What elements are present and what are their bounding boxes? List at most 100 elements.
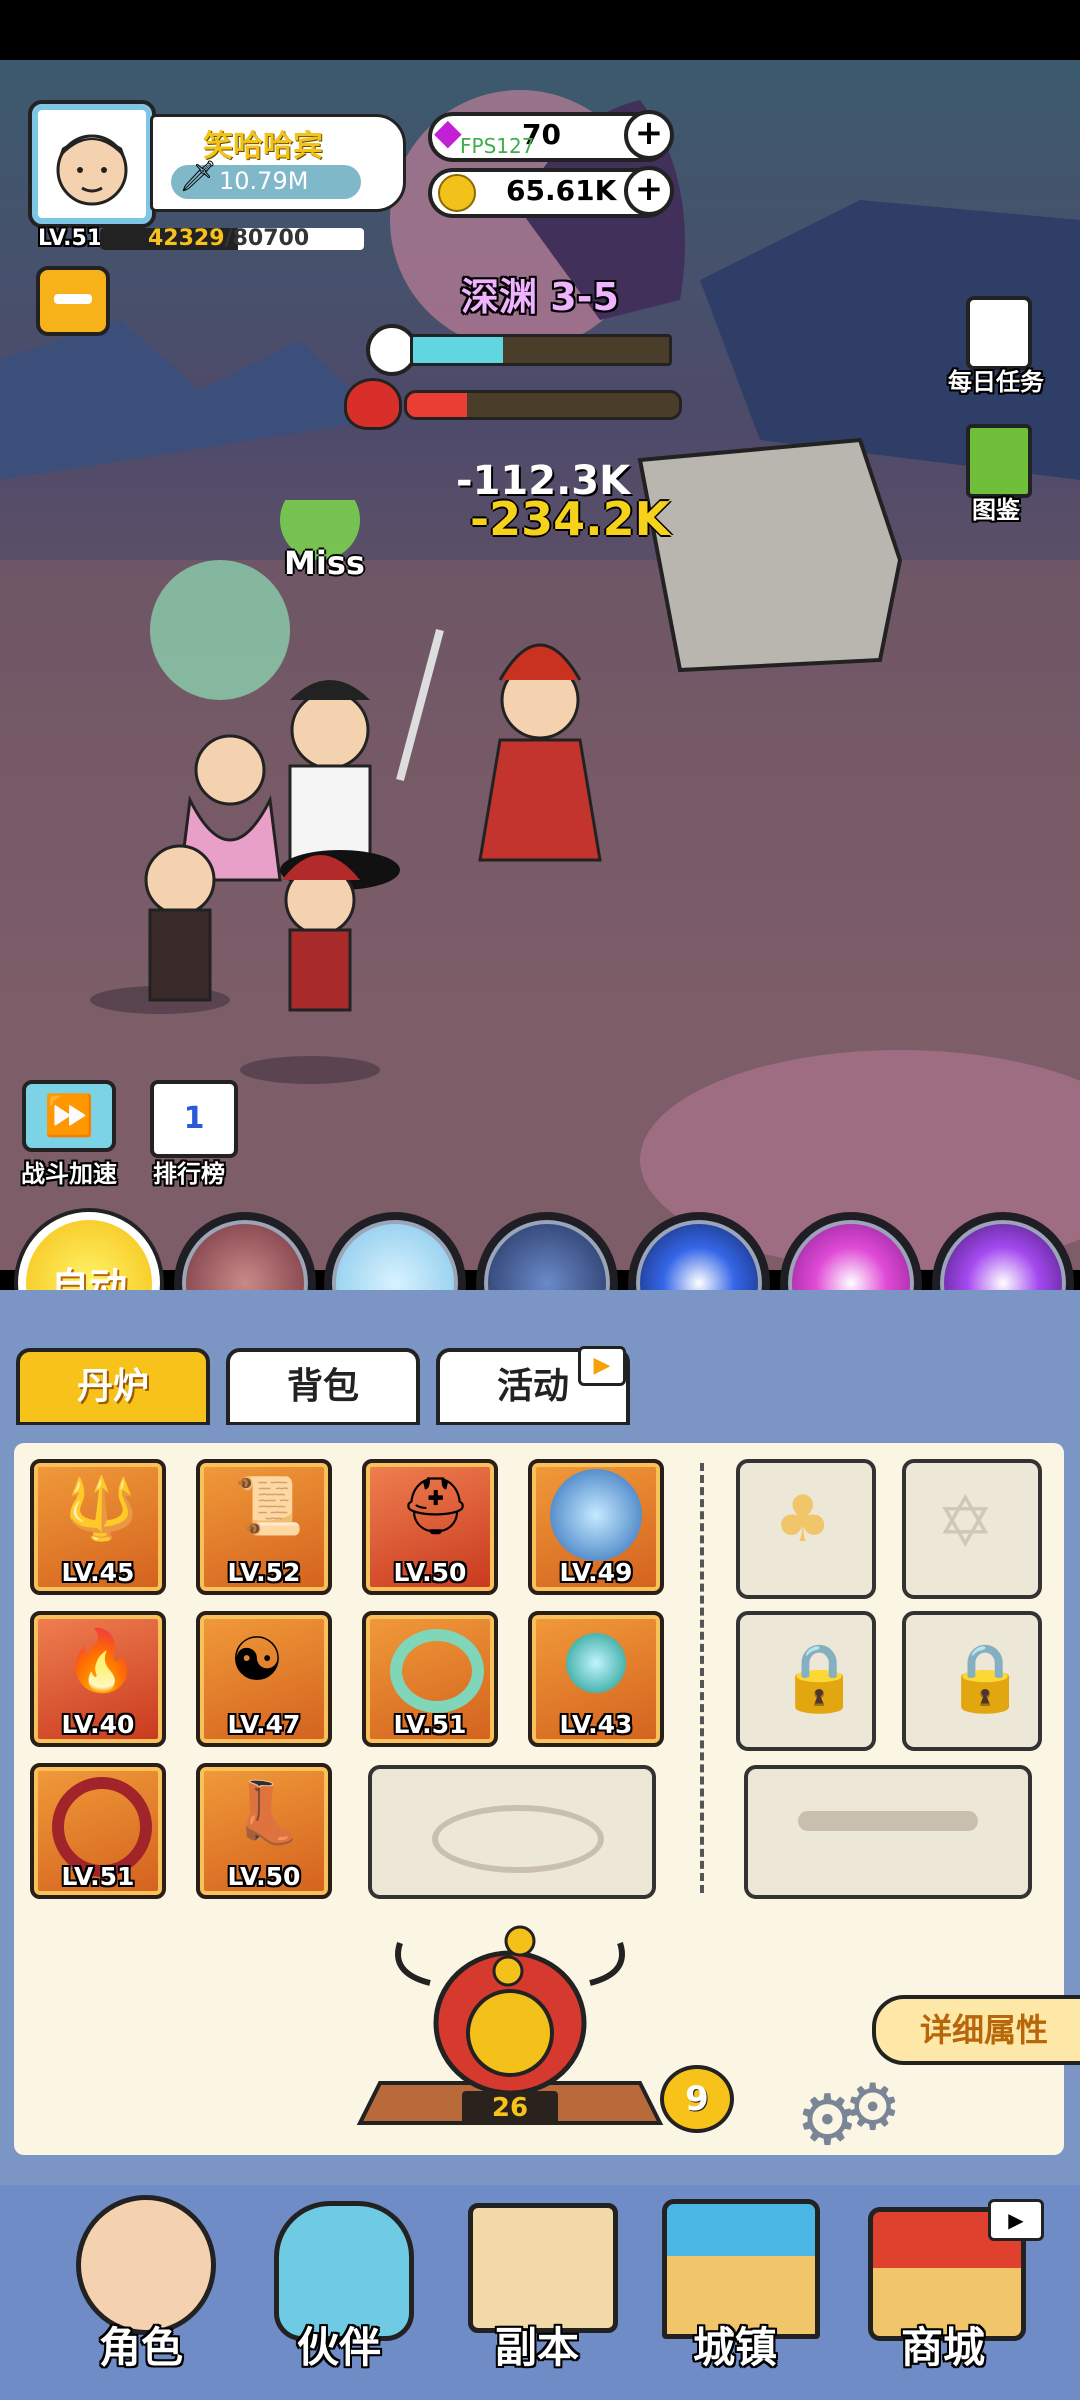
add-gems-button[interactable]: +: [624, 110, 674, 160]
settings-button[interactable]: ⚙ ⚙: [796, 2071, 926, 2169]
equip-slot[interactable]: 🔱 LV.45: [30, 1459, 166, 1595]
equip-level: LV.47: [227, 1710, 301, 1739]
codex-label: 图鉴: [972, 496, 1020, 524]
boots-icon: 👢: [230, 1778, 305, 1848]
tab-backpack[interactable]: 背包: [226, 1348, 420, 1426]
equip-slot[interactable]: LV.51: [30, 1763, 166, 1899]
player-face-icon: [56, 134, 128, 206]
furnace-inner: 🔱 LV.45 📜 LV.52 ⛑ LV.50 LV.49 🔥 LV.40 ☯ …: [14, 1443, 1080, 2161]
gourd-slot[interactable]: ♣: [736, 1459, 876, 1599]
tab-furnace[interactable]: 丹炉: [16, 1348, 210, 1426]
status-bar: [0, 0, 1080, 60]
coin-count: 65.61K: [506, 174, 617, 207]
flame-icon: 🔥: [64, 1626, 139, 1696]
daily-tasks-label: 每日任务: [948, 368, 1044, 396]
fps-readout: FPS127: [460, 134, 535, 158]
player-level: LV.51: [38, 226, 103, 251]
bottom-nav: 角色 伙伴 副本 城镇 ▶ 商城: [0, 2185, 1080, 2400]
add-coins-button[interactable]: +: [624, 166, 674, 216]
detail-attributes-label: 详细属性: [920, 2011, 1049, 2049]
nav-character-label: 角色: [98, 2323, 183, 2372]
enemy-general-icon: [396, 628, 602, 862]
tab-bar: 丹炉 背包 活动 ▶: [0, 1290, 1080, 1430]
rune-circle-icon: [432, 1805, 604, 1873]
equip-slot[interactable]: ⛑ LV.50: [362, 1459, 498, 1595]
exp-current: 42329: [148, 228, 225, 250]
furnace-count-plate: 26: [462, 2091, 558, 2125]
damage-text-2: -234.2K: [470, 492, 671, 546]
orb-bird-icon: [550, 1469, 642, 1561]
battle-characters: [144, 500, 602, 1012]
equip-level: LV.52: [227, 1558, 301, 1587]
equip-level: LV.51: [61, 1862, 135, 1891]
gem-icon: ◆: [434, 112, 462, 153]
daily-tasks-button[interactable]: 每日任务: [940, 296, 1060, 406]
locked-slot[interactable]: 🔒: [902, 1611, 1042, 1751]
furnace-panel: 🔱 LV.45 📜 LV.52 ⛑ LV.50 LV.49 🔥 LV.40 ☯ …: [0, 1425, 1080, 2185]
player-info-card: 笑哈哈宾 🗡 10.79M: [150, 114, 406, 212]
equip-level: LV.50: [393, 1558, 467, 1587]
star-slot[interactable]: ✡: [902, 1459, 1042, 1599]
equip-slot[interactable]: LV.43: [528, 1611, 664, 1747]
empty-rune-slot[interactable]: [368, 1765, 656, 1899]
coin-icon: [438, 174, 476, 212]
equip-slot[interactable]: ☯ LV.47: [196, 1611, 332, 1747]
nav-shop-label: 商城: [900, 2323, 985, 2372]
nav-town[interactable]: 城镇: [640, 2189, 830, 2389]
stage-timer-fill: [413, 337, 503, 363]
wave-orb-icon: [566, 1633, 626, 1693]
furnace[interactable]: 26: [330, 1923, 690, 2143]
task-list-icon: [966, 296, 1032, 370]
lock-icon: 🔒: [944, 1639, 1027, 1716]
equip-slot[interactable]: 👢 LV.50: [196, 1763, 332, 1899]
equip-slot[interactable]: 📜 LV.52: [196, 1459, 332, 1595]
scroll-icon: 📜: [234, 1474, 304, 1539]
menu-toggle-button[interactable]: [36, 266, 110, 336]
detail-attributes-button[interactable]: 详细属性: [872, 1995, 1080, 2065]
codex-button[interactable]: 图鉴: [940, 424, 1060, 534]
sword-icon: 🗡: [179, 159, 218, 194]
stage-title: 深渊 3-5: [461, 275, 619, 319]
lock-icon: 🔒: [778, 1639, 861, 1716]
furnace-count: 26: [491, 2093, 529, 2123]
power-badge: 🗡 10.79M: [171, 159, 361, 199]
nav-dungeon[interactable]: 副本: [442, 2189, 632, 2389]
furnace-level-badge: 9: [660, 2065, 734, 2133]
equip-slot[interactable]: LV.51: [362, 1611, 498, 1747]
locked-slot[interactable]: 🔒: [736, 1611, 876, 1751]
boss-icon: [344, 378, 402, 430]
nav-shop[interactable]: ▶ 商城: [848, 2189, 1044, 2389]
equip-level: LV.50: [227, 1862, 301, 1891]
equip-level: LV.40: [61, 1710, 135, 1739]
weapon-slot[interactable]: [744, 1765, 1032, 1899]
sword-outline-icon: [798, 1811, 978, 1831]
hexagram-icon: ✡: [936, 1481, 995, 1563]
helmet-icon: ⛑: [400, 1474, 472, 1539]
battle-scene: 笑哈哈宾 🗡 10.79M LV.51 42329/80700 ◆ 70 FPS…: [0, 60, 1080, 1270]
bagua-icon: ☯: [230, 1625, 284, 1695]
activity-arrow-icon: ▶: [578, 1346, 626, 1386]
jade-ring-icon: [390, 1629, 484, 1713]
exp-bar: 42329/80700: [100, 228, 364, 250]
podium-icon: 1: [150, 1080, 238, 1158]
boss-hp-fill: [407, 393, 467, 417]
equip-level: LV.43: [559, 1710, 633, 1739]
player-power: 10.79M: [219, 167, 309, 195]
equip-level: LV.45: [61, 1558, 135, 1587]
equip-level: LV.49: [559, 1558, 633, 1587]
exp-text: 42329/80700: [148, 228, 309, 250]
leaderboard-button[interactable]: 1 排行榜: [134, 1070, 244, 1190]
video-ad-icon: ▶: [988, 2199, 1044, 2241]
gourd-icon: ♣: [774, 1483, 832, 1557]
battle-speed-button[interactable]: ⏩ 战斗加速: [14, 1080, 124, 1190]
nav-partner[interactable]: 伙伴: [244, 2189, 434, 2389]
nav-character[interactable]: 角色: [46, 2189, 236, 2389]
equip-slot[interactable]: LV.49: [528, 1459, 664, 1595]
player-avatar[interactable]: [28, 100, 156, 228]
boss-hp-bar: [404, 390, 682, 420]
nav-partner-label: 伙伴: [296, 2323, 381, 2372]
exp-total: /80700: [224, 228, 310, 250]
equip-slot[interactable]: 🔥 LV.40: [30, 1611, 166, 1747]
battle-speed-label: 战斗加速: [21, 1160, 117, 1188]
fast-forward-icon: ⏩: [22, 1080, 116, 1152]
